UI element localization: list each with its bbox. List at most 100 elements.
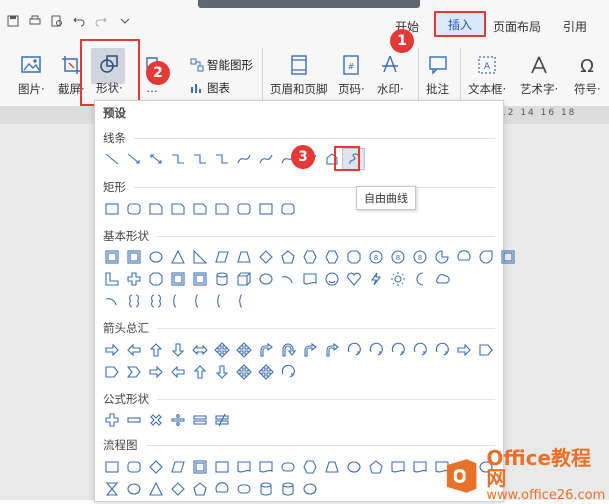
print-icon[interactable] xyxy=(28,14,42,28)
shape-chevron-icon[interactable] xyxy=(123,362,144,382)
shape-octa-icon[interactable] xyxy=(145,269,166,289)
shape-arrD-icon[interactable] xyxy=(211,362,232,382)
shape-elbow-icon[interactable] xyxy=(189,149,210,169)
shape-frame-icon[interactable] xyxy=(497,247,518,267)
shape-arrowline-icon[interactable] xyxy=(123,149,144,169)
shape-arrL-icon[interactable] xyxy=(167,362,188,382)
shape-chord-icon[interactable] xyxy=(453,247,474,267)
shape-arc-icon[interactable] xyxy=(101,291,122,311)
shape-equal-icon[interactable] xyxy=(189,410,210,430)
shape-snip-icon[interactable] xyxy=(145,199,166,219)
shape-curve-icon[interactable] xyxy=(233,149,254,169)
shape-arrU-icon[interactable] xyxy=(145,340,166,360)
shape-penta-icon[interactable] xyxy=(189,479,210,499)
shape-frame-icon[interactable] xyxy=(189,457,210,477)
shape-cloud-icon[interactable] xyxy=(431,269,452,289)
shape-circArr-icon[interactable] xyxy=(387,340,408,360)
shape-arrR-icon[interactable] xyxy=(453,340,474,360)
shape-doc-icon[interactable] xyxy=(387,457,408,477)
shape-para-icon[interactable] xyxy=(167,457,188,477)
shape-arrD-icon[interactable] xyxy=(167,340,188,360)
shape-frame-icon[interactable] xyxy=(167,269,188,289)
shape-bolt-icon[interactable] xyxy=(365,269,386,289)
shape-oval-icon[interactable] xyxy=(299,479,320,499)
shape-doc-icon[interactable] xyxy=(409,457,430,477)
shape-diamond-icon[interactable] xyxy=(255,247,276,267)
shape-lshape-icon[interactable] xyxy=(101,269,122,289)
shape-elbow-icon[interactable] xyxy=(167,149,188,169)
shape-rect-icon[interactable] xyxy=(101,457,122,477)
shape-oval-icon[interactable] xyxy=(343,457,364,477)
shape-para-icon[interactable] xyxy=(211,247,232,267)
shape-line-icon[interactable] xyxy=(101,149,122,169)
shape-rect-icon[interactable] xyxy=(211,457,232,477)
shape-snip-icon[interactable] xyxy=(189,199,210,219)
shape-arr4-icon[interactable] xyxy=(233,362,254,382)
shape-pie-icon[interactable] xyxy=(431,247,452,267)
shape-frame-icon[interactable] xyxy=(101,247,122,267)
shape-oval-icon[interactable] xyxy=(255,269,276,289)
shape-bracket-icon[interactable] xyxy=(123,291,144,311)
shape-smile-icon[interactable] xyxy=(321,269,342,289)
shape-rrect-icon[interactable] xyxy=(123,199,144,219)
tab-insert[interactable]: 插入 xyxy=(434,11,486,37)
shape-arrL-icon[interactable] xyxy=(123,340,144,360)
shape-brace-icon[interactable] xyxy=(211,291,232,311)
shape-arr4-icon[interactable] xyxy=(255,362,276,382)
shape-hexa-icon[interactable] xyxy=(299,457,320,477)
shape-num-icon[interactable]: 8 xyxy=(365,247,386,267)
shape-frame-icon[interactable] xyxy=(189,269,210,289)
shape-cross-icon[interactable] xyxy=(123,269,144,289)
shape-circArr-icon[interactable] xyxy=(277,362,298,382)
shape-oval-icon[interactable] xyxy=(145,247,166,267)
shape-diamond-icon[interactable] xyxy=(167,479,188,499)
shape-heart-icon[interactable] xyxy=(343,269,364,289)
shape-teardrop-icon[interactable] xyxy=(475,247,496,267)
page-number-button[interactable]: # 页码· xyxy=(338,54,365,97)
shape-hourglass-icon[interactable] xyxy=(101,479,122,499)
symbol-button[interactable]: Ω 符号· xyxy=(574,54,601,97)
shape-times-icon[interactable] xyxy=(145,410,166,430)
shape-brace-icon[interactable] xyxy=(189,291,210,311)
art-text-button[interactable]: 艺术字· xyxy=(520,54,558,97)
shape-circArr-icon[interactable] xyxy=(365,340,386,360)
comment-button[interactable]: 批注 xyxy=(426,54,449,97)
shape-pentArr-icon[interactable] xyxy=(101,362,122,382)
shape-cube-icon[interactable] xyxy=(233,269,254,289)
shape-dblarrow-icon[interactable] xyxy=(145,149,166,169)
shape-num-icon[interactable]: 8 xyxy=(387,247,408,267)
shape-oval-icon[interactable] xyxy=(123,479,144,499)
chart-button[interactable]: 图表 xyxy=(190,80,230,96)
shape-rtri-icon[interactable] xyxy=(189,247,210,267)
shape-can-icon[interactable] xyxy=(277,479,298,499)
shape-octa-icon[interactable] xyxy=(343,247,364,267)
shape-arrLR-icon[interactable] xyxy=(189,340,210,360)
shape-arr4-icon[interactable] xyxy=(233,340,254,360)
watermark-button[interactable]: 水印· xyxy=(377,54,404,97)
shape-trap-icon[interactable] xyxy=(321,457,342,477)
shape-arc-icon[interactable] xyxy=(277,269,298,289)
undo-icon[interactable] xyxy=(72,14,86,28)
shape-rrect-icon[interactable] xyxy=(277,199,298,219)
shape-circArr-icon[interactable] xyxy=(409,340,430,360)
shape-bent-icon[interactable] xyxy=(255,340,276,360)
shape-can-icon[interactable] xyxy=(211,269,232,289)
save-icon[interactable] xyxy=(6,14,20,28)
shape-brace-icon[interactable] xyxy=(167,291,188,311)
shape-arrR-icon[interactable] xyxy=(101,340,122,360)
shape-doc-icon[interactable] xyxy=(233,457,254,477)
shape-bent-icon[interactable] xyxy=(299,340,320,360)
shape-can-icon[interactable] xyxy=(255,479,276,499)
shape-penta-icon[interactable] xyxy=(277,247,298,267)
shape-divide-icon[interactable] xyxy=(167,410,188,430)
shape-snip-icon[interactable] xyxy=(211,199,232,219)
shape-arrR-icon[interactable] xyxy=(145,362,166,382)
shape-penta-icon[interactable] xyxy=(365,457,386,477)
shape-doc-icon[interactable] xyxy=(255,457,276,477)
tab-page-layout[interactable]: 页面布局 xyxy=(493,18,541,35)
shape-rrect-icon[interactable] xyxy=(123,457,144,477)
shape-num-icon[interactable]: 8 xyxy=(409,247,430,267)
shape-brace-icon[interactable] xyxy=(233,291,254,311)
shape-plus-icon[interactable] xyxy=(101,410,122,430)
shape-rect-icon[interactable] xyxy=(101,199,122,219)
